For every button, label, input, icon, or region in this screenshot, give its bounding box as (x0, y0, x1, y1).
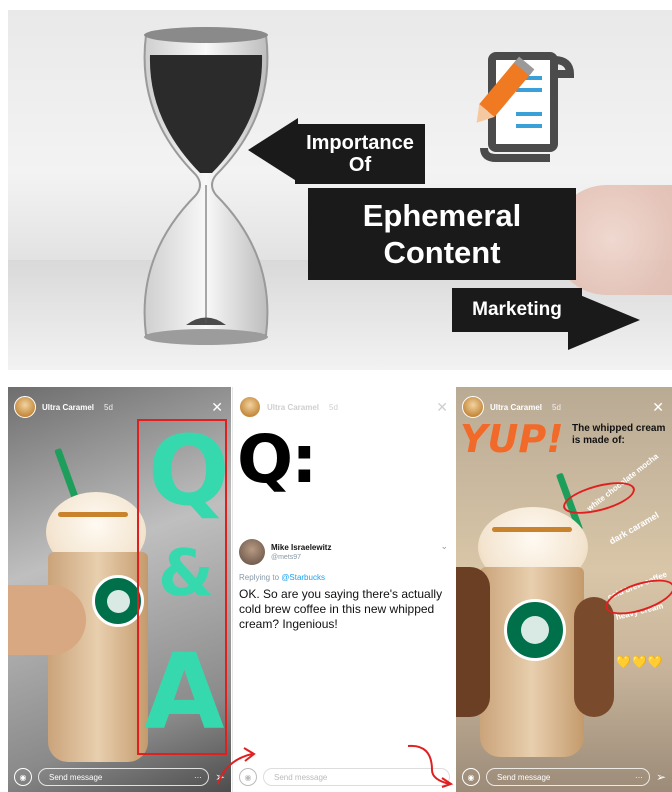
send-message-placeholder: Send message (49, 772, 103, 782)
story-panel-qa[interactable]: Ultra Caramel 5d ✕ Q & A ◉ Send message … (8, 387, 231, 792)
send-icon[interactable]: ➢ (656, 770, 666, 784)
starbucks-logo (504, 599, 566, 661)
arrow-icon (217, 747, 256, 785)
replying-to: Replying to @Starbucks (239, 573, 325, 582)
big-question-q: Q: (237, 421, 317, 498)
replying-handle[interactable]: @Starbucks (281, 573, 325, 582)
post-age: 5d (329, 402, 338, 412)
username[interactable]: Ultra Caramel (490, 403, 542, 412)
ribbon-importance: Importance Of (295, 124, 425, 184)
banner-title-line3: Ephemeral (362, 198, 522, 233)
close-icon[interactable]: ✕ (436, 399, 448, 416)
whipped-caption: The whipped cream is made of: (572, 423, 666, 446)
send-message-placeholder: Send message (497, 772, 551, 782)
hourglass-icon (143, 27, 269, 345)
document-pencil-icon (476, 52, 575, 162)
send-message-input[interactable]: Send message ··· (486, 768, 650, 786)
ribbon-marketing: Marketing (452, 288, 582, 332)
banner-image: Importance Of Ephemeral Content Marketin… (8, 10, 672, 370)
chevron-down-icon[interactable]: ⌄ (440, 541, 448, 552)
qa-letter-q: Q (148, 415, 230, 527)
yup-text: YUP! (460, 417, 564, 461)
highlight-ellipse (559, 475, 639, 521)
story-panel-tweet[interactable]: Ultra Caramel 5d ✕ Q: Mike Israelewitz @… (232, 387, 456, 792)
more-icon[interactable]: ··· (194, 773, 202, 782)
caramel-drizzle (58, 512, 128, 517)
hand-image (8, 585, 86, 655)
replying-prefix: Replying to (239, 573, 280, 582)
tweet-handle: @mets97 (271, 554, 302, 561)
banner-title-line5: Marketing (472, 299, 562, 320)
close-icon[interactable]: ✕ (652, 399, 664, 416)
tweet-card: Mike Israelewitz @mets97 ⌄ Replying to @… (233, 533, 456, 643)
heart-emojis: 💛💛💛 (616, 655, 664, 669)
avatar[interactable] (462, 396, 484, 418)
tweet-author: Mike Israelewitz (271, 543, 332, 552)
hand-fingers (574, 597, 614, 717)
post-age: 5d (104, 402, 113, 412)
send-message-placeholder: Send message (274, 772, 328, 782)
message-bar: ◉ Send message ··· ➢ (8, 762, 231, 792)
hand-image (456, 567, 490, 717)
post-age: 5d (552, 402, 561, 412)
ribbon-tail-left (248, 118, 298, 182)
username[interactable]: Ultra Caramel (267, 403, 319, 412)
send-message-input[interactable]: Send message ··· (38, 768, 209, 786)
tweet-text: OK. So are you saying there's actually c… (239, 587, 443, 631)
ribbon-tail-right (568, 290, 640, 350)
banner-title-line1: Importance (306, 132, 414, 154)
more-icon[interactable]: ··· (635, 773, 643, 782)
camera-icon[interactable]: ◉ (462, 768, 480, 786)
ribbon-ephemeral: Ephemeral Content (308, 188, 576, 280)
caramel-drizzle (492, 527, 572, 532)
banner-title-line4: Content (383, 235, 501, 270)
avatar[interactable] (239, 396, 261, 418)
story-panel-yup[interactable]: Ultra Caramel 5d ✕ YUP! The whipped crea… (456, 387, 672, 792)
arrow-icon (407, 744, 454, 788)
ingredient-2: dark caramel (607, 509, 661, 547)
username[interactable]: Ultra Caramel (42, 403, 94, 412)
banner-title-line2: Of (348, 154, 372, 176)
avatar[interactable] (14, 396, 36, 418)
close-icon[interactable]: ✕ (211, 399, 223, 416)
message-bar: ◉ Send message ··· ➢ (456, 762, 672, 792)
frappuccino-cup (480, 567, 584, 757)
camera-icon[interactable]: ◉ (14, 768, 32, 786)
qa-letter-a: A (144, 631, 225, 753)
qa-ampersand: & (158, 537, 214, 611)
tweet-avatar (239, 539, 265, 565)
